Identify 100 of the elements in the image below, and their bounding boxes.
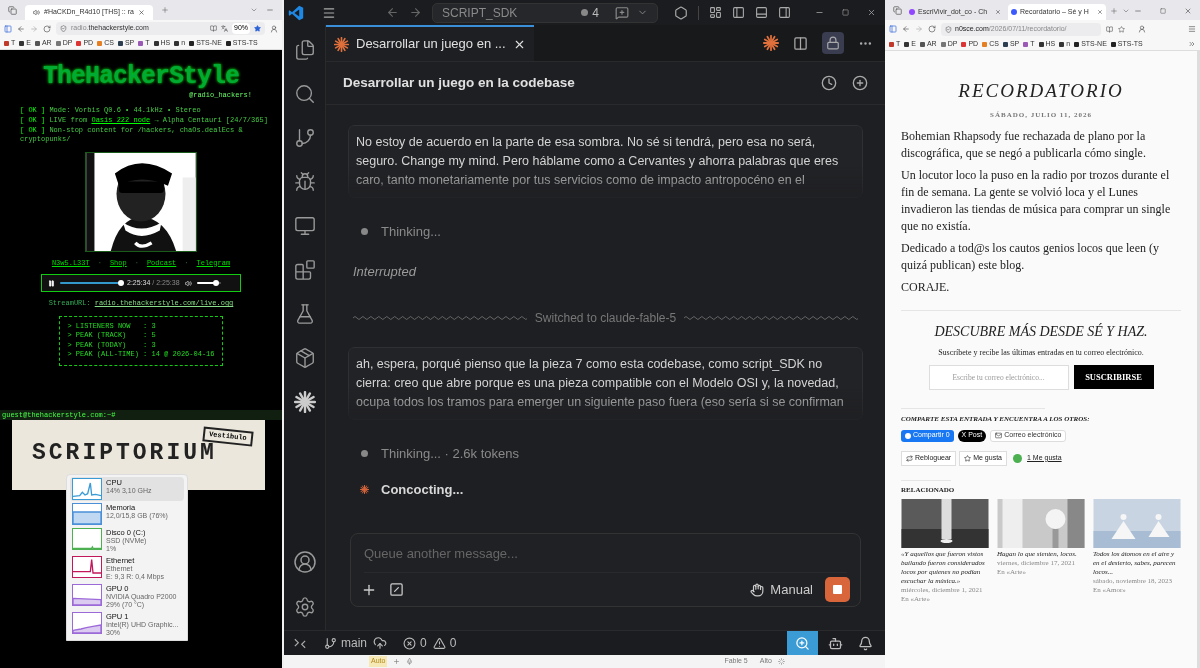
volume-icon[interactable] bbox=[184, 279, 192, 287]
thinking-label: Thinking... · 2.6k tokens bbox=[381, 445, 519, 463]
stop-icon bbox=[833, 585, 842, 594]
settings-icon[interactable] bbox=[293, 596, 316, 618]
history-icon[interactable] bbox=[821, 75, 837, 91]
close-icon[interactable] bbox=[867, 8, 876, 17]
chat-input[interactable]: Queue another message... Manual bbox=[350, 533, 861, 607]
reload-icon[interactable] bbox=[928, 25, 936, 33]
user-message: ah, espera, porqué pienso que la pieza 7 como esta codebase, como script_SDK no cierra: creo que abre porque es una pieza compatible con el Modelo OSI y, la novedad, ocupa todos los tramos para emerger un siguiente paso fuera (eso sería si se confirman bbox=[348, 347, 863, 420]
bookmark-star-icon[interactable] bbox=[1118, 25, 1125, 33]
explorer-icon[interactable] bbox=[293, 39, 316, 61]
site-favicon bbox=[1011, 9, 1017, 15]
sidebar-icon[interactable] bbox=[889, 25, 897, 33]
subscribe-heading: DESCUBRE MÁS DESDE SÉ Y HAZ. bbox=[933, 322, 1149, 341]
forward-icon[interactable] bbox=[409, 6, 422, 19]
error-icon bbox=[403, 636, 416, 650]
asterisk-icon bbox=[360, 484, 369, 494]
back-icon[interactable] bbox=[17, 24, 25, 33]
translate-icon[interactable] bbox=[221, 25, 228, 32]
user-message: No estoy de acuerdo en la parte de esa sombra. No sé si tendrá, pero esa no será, seguro. Change my mind. Pero háblame como a Cervantes y ahorra palabras que eres caro, tanto monetariamente por tus servicios como de impacto antropocéno en el bbox=[348, 125, 863, 198]
speaker-icon bbox=[33, 9, 40, 16]
stop-button[interactable] bbox=[825, 577, 850, 602]
seek-thumb[interactable] bbox=[117, 280, 124, 286]
run-debug-icon[interactable] bbox=[293, 171, 316, 193]
account-icon[interactable] bbox=[1138, 25, 1146, 33]
tab-list-icon[interactable] bbox=[1122, 7, 1130, 15]
tab-list-icon[interactable] bbox=[250, 6, 258, 14]
editor-logo bbox=[288, 4, 304, 21]
notifications-icon[interactable] bbox=[858, 635, 873, 651]
reblog-icon bbox=[906, 454, 913, 462]
chat-title: Desarrollar un juego en la codebase bbox=[343, 73, 575, 92]
menu-icon[interactable] bbox=[322, 5, 336, 20]
reader-icon[interactable] bbox=[210, 25, 217, 32]
post-title: RECORDATORIO bbox=[957, 79, 1125, 103]
new-chat-icon[interactable] bbox=[852, 75, 868, 91]
account-icon[interactable] bbox=[292, 550, 317, 574]
claude-icon bbox=[763, 35, 779, 51]
star-icon bbox=[964, 454, 972, 462]
site-logo: TheHackerStyle bbox=[42, 64, 239, 90]
branch-icon bbox=[324, 636, 337, 650]
maximize-icon[interactable] bbox=[842, 9, 849, 16]
tab-groups-icon[interactable] bbox=[8, 5, 17, 15]
pause-icon[interactable] bbox=[48, 279, 55, 287]
toggle-panel-icon[interactable] bbox=[755, 6, 768, 19]
layout-icon[interactable] bbox=[709, 6, 722, 19]
sidebar-icon[interactable] bbox=[4, 24, 12, 33]
split-editor-icon[interactable] bbox=[793, 35, 808, 51]
remote-icon[interactable] bbox=[294, 637, 306, 649]
facebook-icon bbox=[905, 432, 911, 439]
command-center[interactable]: SCRIPT_SDK 4 bbox=[432, 2, 658, 23]
zoom-button[interactable] bbox=[787, 631, 818, 655]
post-paragraph: Dedicado a tod@s los cautos genios locos que leen (y quizá publican) este blog. bbox=[901, 240, 1160, 274]
message-field[interactable]: Queue another message... bbox=[364, 534, 847, 573]
post-paragraph: Un locutor loco la puso en la radio por trozos durante el fin de semana. La gente se volvió loca y el Lunes invadieron las tiendas de música para comprar un single que no existía. bbox=[901, 167, 1172, 235]
claude-icon bbox=[293, 391, 316, 413]
avatar bbox=[1013, 453, 1022, 463]
lock-button[interactable] bbox=[822, 32, 844, 54]
chat-icon[interactable] bbox=[615, 5, 629, 20]
source-control-icon[interactable] bbox=[293, 127, 316, 149]
post-paragraph: CORAJE. bbox=[901, 279, 951, 296]
claude-icon bbox=[334, 36, 349, 52]
close-icon[interactable] bbox=[1184, 7, 1192, 15]
spinner-icon bbox=[777, 658, 785, 665]
post-paragraph: Bohemian Rhapsody fue rechazada de plano por la discográfica, que se negó a publicarla cómo single. bbox=[901, 128, 1147, 162]
search-icon[interactable] bbox=[293, 83, 316, 105]
thinking-label: Thinking... bbox=[381, 223, 441, 241]
lock-icon bbox=[826, 36, 840, 50]
hand-icon bbox=[750, 582, 765, 597]
zoom-in-icon bbox=[795, 635, 810, 651]
mail-icon bbox=[995, 432, 1003, 439]
reader-icon[interactable] bbox=[1106, 25, 1113, 33]
bookmark-star-icon[interactable] bbox=[254, 25, 261, 32]
site-favicon bbox=[909, 9, 915, 15]
mic-icon[interactable] bbox=[406, 658, 414, 665]
reload-icon[interactable] bbox=[43, 24, 51, 33]
back-icon[interactable] bbox=[902, 25, 910, 33]
editor-tab[interactable]: Desarrollar un juego en ... bbox=[326, 25, 534, 61]
menu-icon[interactable] bbox=[1188, 25, 1196, 33]
remote-explorer-icon[interactable] bbox=[293, 215, 316, 237]
hexagon-icon[interactable] bbox=[674, 5, 688, 20]
copilot-icon[interactable] bbox=[828, 635, 843, 651]
subscribe-button[interactable]: SUSCRIBIRSE bbox=[1073, 365, 1154, 389]
changes-badge: 4 bbox=[581, 3, 599, 22]
extensions-icon[interactable] bbox=[293, 259, 316, 281]
account-icon[interactable] bbox=[270, 24, 278, 33]
problems-item[interactable]: 0 0 bbox=[403, 634, 457, 652]
more-bookmarks-icon[interactable] bbox=[1188, 40, 1196, 48]
working-label: Concocting... bbox=[381, 480, 464, 499]
branch-item[interactable]: main bbox=[324, 634, 367, 652]
publish-icon[interactable] bbox=[373, 636, 387, 650]
mode-button[interactable]: Manual bbox=[750, 579, 813, 600]
interrupted-label: Interrupted bbox=[353, 262, 418, 281]
box-icon[interactable] bbox=[293, 347, 316, 369]
volume-thumb[interactable] bbox=[212, 280, 219, 286]
subscribe-text: Suscríbete y recibe las últimas entradas en tu correo electrónico. bbox=[937, 347, 1145, 359]
tab-groups-icon[interactable] bbox=[893, 6, 902, 15]
toggle-sidebar-icon[interactable] bbox=[732, 6, 745, 19]
slash-command-icon[interactable] bbox=[389, 582, 404, 597]
back-icon[interactable] bbox=[386, 6, 399, 19]
toggle-secondary-sidebar-icon[interactable] bbox=[778, 6, 791, 19]
